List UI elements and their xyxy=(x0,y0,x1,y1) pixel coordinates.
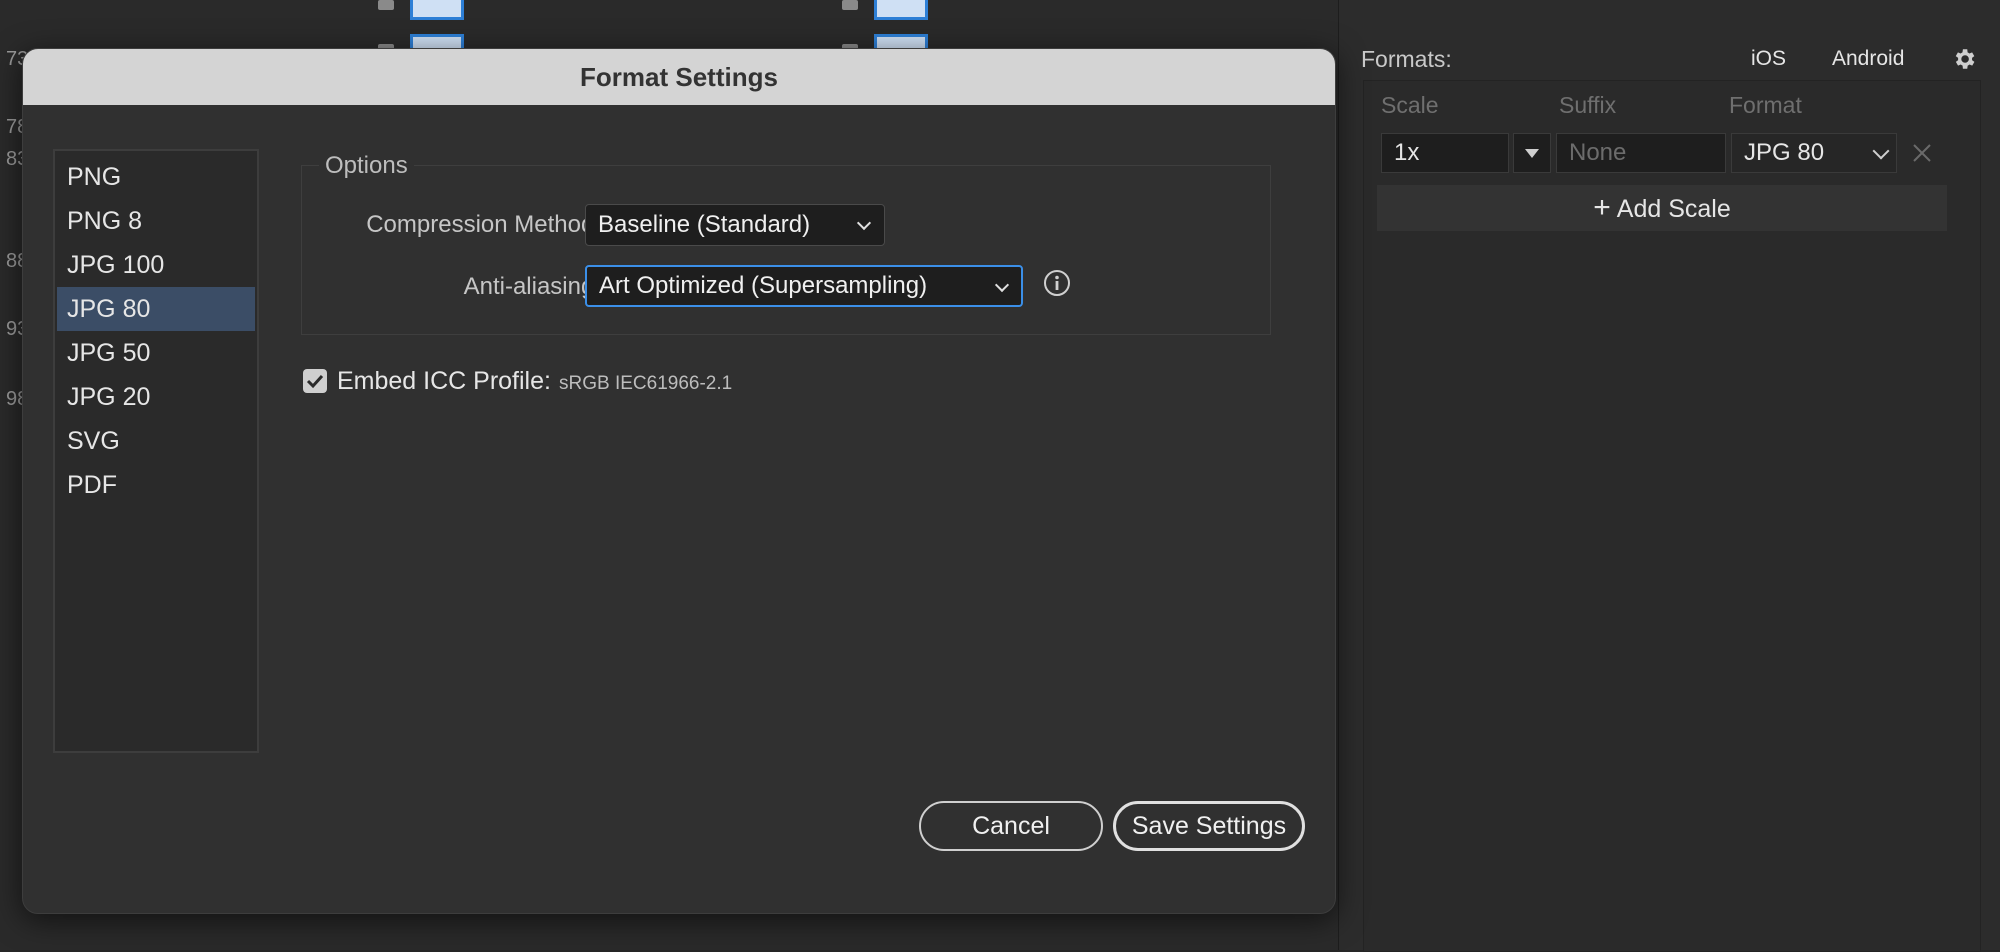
format-column-header: Format xyxy=(1729,92,1802,118)
compression-method-select[interactable]: Baseline (Standard) xyxy=(585,204,885,246)
format-item-jpg20[interactable]: JPG 20 xyxy=(57,375,255,419)
options-group xyxy=(301,165,1271,335)
add-scale-label: Add Scale xyxy=(1616,195,1731,223)
triangle-down-icon xyxy=(1525,149,1539,158)
format-item-png[interactable]: PNG xyxy=(57,155,255,199)
anti-aliasing-label: Anti-aliasing: xyxy=(463,273,601,300)
scale-input[interactable]: 1x xyxy=(1381,133,1509,173)
anti-aliasing-value: Art Optimized (Supersampling) xyxy=(599,272,928,299)
asset-checkbox[interactable] xyxy=(378,0,394,10)
format-select[interactable]: JPG 80 xyxy=(1731,133,1897,173)
close-icon[interactable] xyxy=(1911,142,1933,164)
add-scale-button[interactable]: + Add Scale xyxy=(1377,185,1947,231)
save-settings-button[interactable]: Save Settings xyxy=(1113,801,1305,851)
cancel-button[interactable]: Cancel xyxy=(919,801,1103,851)
formats-label: Formats: xyxy=(1361,46,1452,72)
format-item-jpg80[interactable]: JPG 80 xyxy=(57,287,255,331)
options-title: Options xyxy=(319,152,414,180)
asset-checkbox[interactable] xyxy=(842,0,858,10)
format-settings-dialog: Format Settings PNG PNG 8 JPG 100 JPG 80… xyxy=(22,48,1336,914)
suffix-column-header: Suffix xyxy=(1559,92,1617,118)
embed-icc-label: Embed ICC Profile: xyxy=(337,367,551,395)
format-item-pdf[interactable]: PDF xyxy=(57,463,255,507)
asset-thumbnail[interactable] xyxy=(410,0,464,20)
dialog-title: Format Settings xyxy=(23,49,1335,105)
scale-column-header: Scale xyxy=(1381,92,1439,118)
ios-preset-button[interactable]: iOS xyxy=(1751,47,1786,71)
compression-method-value: Baseline (Standard) xyxy=(598,211,811,238)
gear-icon[interactable] xyxy=(1951,46,1977,72)
embed-icc-checkbox[interactable] xyxy=(303,369,327,393)
icc-profile-value: sRGB IEC61966-2.1 xyxy=(559,373,733,394)
format-item-svg[interactable]: SVG xyxy=(57,419,255,463)
info-icon[interactable] xyxy=(1043,269,1071,297)
checkmark-icon xyxy=(306,374,324,389)
anti-aliasing-select[interactable]: Art Optimized (Supersampling) xyxy=(585,265,1023,307)
format-item-png8[interactable]: PNG 8 xyxy=(57,199,255,243)
android-preset-button[interactable]: Android xyxy=(1832,47,1904,71)
suffix-input[interactable]: None xyxy=(1556,133,1726,173)
format-list: PNG PNG 8 JPG 100 JPG 80 JPG 50 JPG 20 S… xyxy=(53,149,259,753)
export-formats-panel: Formats: iOS Android Scale Suffix Format… xyxy=(1338,0,2000,952)
format-item-jpg100[interactable]: JPG 100 xyxy=(57,243,255,287)
scale-dropdown-button[interactable] xyxy=(1513,133,1551,173)
compression-method-label: Compression Method: xyxy=(366,211,601,238)
plus-icon: + xyxy=(1593,191,1611,224)
format-item-jpg50[interactable]: JPG 50 xyxy=(57,331,255,375)
asset-thumbnail[interactable] xyxy=(874,0,928,20)
